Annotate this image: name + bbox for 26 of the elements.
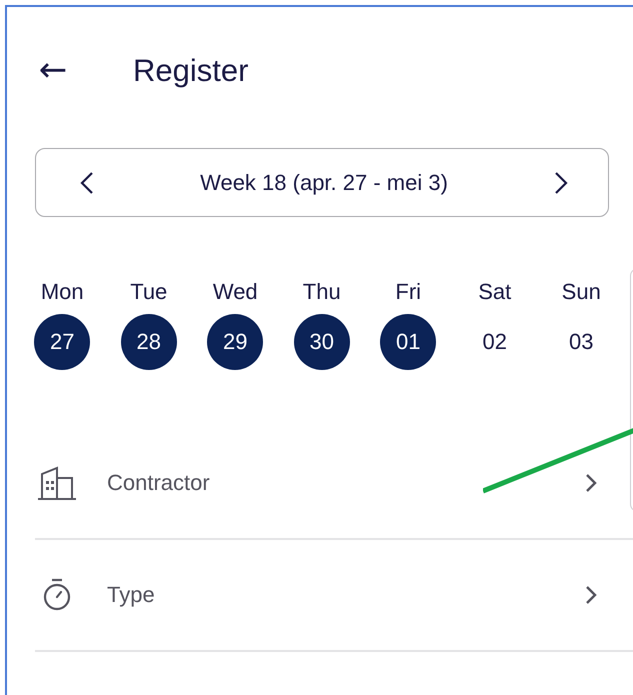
next-week-icon[interactable]	[554, 170, 568, 194]
day-date[interactable]: 03	[553, 314, 610, 370]
building-icon	[37, 466, 77, 500]
day-date[interactable]: 30	[294, 314, 350, 370]
back-button[interactable]: ←	[35, 53, 71, 87]
day-date[interactable]: 27	[34, 314, 90, 370]
day-name: Sat	[478, 279, 512, 305]
day-date[interactable]: 02	[466, 314, 523, 370]
previous-week-icon[interactable]	[80, 170, 94, 194]
day-name: Sun	[562, 279, 601, 305]
day-name: Thu	[302, 279, 341, 305]
field-row[interactable]: Type	[35, 540, 633, 652]
page-title: Register	[133, 53, 248, 89]
day-name: Mon	[40, 279, 84, 305]
day-name: Fri	[395, 279, 422, 305]
day-date[interactable]: 29	[207, 314, 264, 370]
field-label: Contractor	[107, 470, 211, 496]
field-row[interactable]: Contractor	[35, 428, 633, 540]
day-date[interactable]: 01	[380, 314, 436, 370]
chevron-right-icon	[585, 585, 597, 605]
day-name: Wed	[212, 279, 258, 305]
field-label: Type	[107, 582, 156, 608]
week-label: Week 18 (apr. 27 - mei 3)	[200, 170, 448, 196]
day-name: Tue	[130, 279, 168, 305]
chevron-right-icon	[585, 473, 597, 493]
day-date[interactable]: 28	[120, 314, 177, 370]
